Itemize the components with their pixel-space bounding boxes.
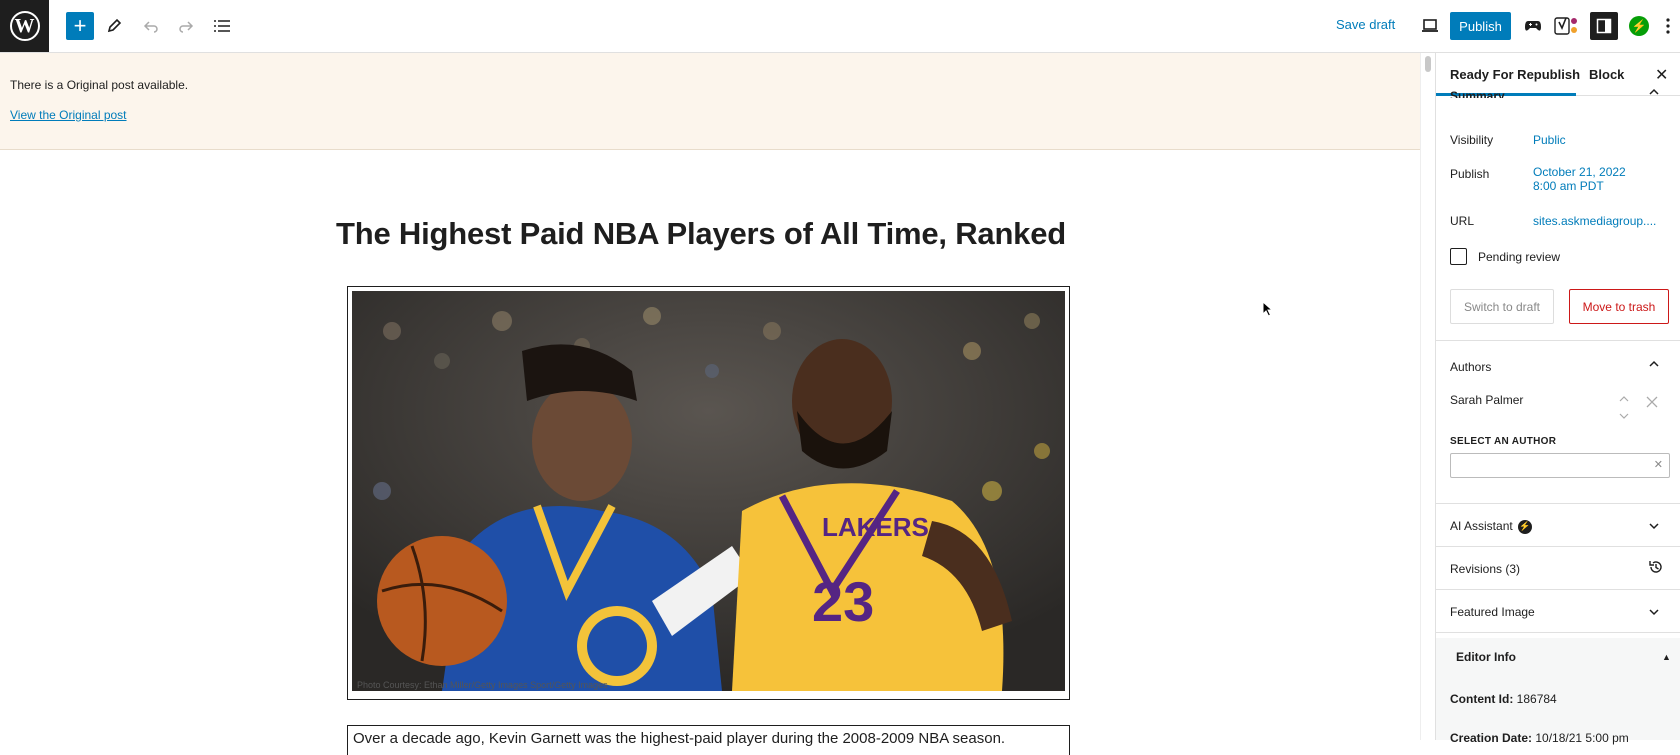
publish-date: October 21, 2022 xyxy=(1533,165,1626,179)
edit-tools-icon xyxy=(107,18,122,33)
url-label: URL xyxy=(1450,214,1475,228)
visibility-toggle[interactable]: Public xyxy=(1533,133,1566,147)
featured-photo: 23 LAKERS Photo Courtesy: Ethan Miller/G… xyxy=(352,291,1065,691)
authors-panel-title[interactable]: Authors xyxy=(1450,360,1491,374)
chevron-up-icon xyxy=(1649,360,1659,367)
creation-date-value: 10/18/21 5:00 pm xyxy=(1535,731,1629,745)
author-move-buttons xyxy=(1618,390,1630,426)
redo-button[interactable] xyxy=(172,12,200,40)
publish-date-toggle[interactable]: October 21, 2022 8:00 am PDT xyxy=(1533,165,1626,193)
post-title[interactable]: The Highest Paid NBA Players of All Time… xyxy=(336,216,1066,252)
panel-divider xyxy=(1436,340,1680,341)
yoast-seo-button[interactable] xyxy=(1553,12,1581,40)
editor-canvas: The Highest Paid NBA Players of All Time… xyxy=(0,150,1420,755)
game-controller-icon xyxy=(1525,21,1541,31)
notice-message: There is a Original post available. xyxy=(10,78,189,92)
more-options-button[interactable] xyxy=(1660,12,1676,40)
visibility-label: Visibility xyxy=(1450,133,1494,147)
url-toggle[interactable]: sites.askmediagroup.... xyxy=(1533,214,1656,228)
publish-label: Publish xyxy=(1450,167,1490,181)
editor-info-panel: Editor Info ▲ Content Id: 186784 Creatio… xyxy=(1436,638,1680,745)
panel-divider xyxy=(1436,503,1680,504)
content-id-value: 186784 xyxy=(1516,692,1557,706)
chevron-up-icon xyxy=(1649,88,1659,95)
featured-image-panel-title[interactable]: Featured Image xyxy=(1450,605,1535,619)
yoast-icon xyxy=(1554,17,1577,35)
ai-assistant-panel-title[interactable]: AI Assistant ⚡ xyxy=(1450,519,1532,534)
panel-divider xyxy=(1436,546,1680,547)
mouse-cursor-icon xyxy=(1262,301,1274,317)
collapse-triangle-icon[interactable]: ▲ xyxy=(1662,652,1671,662)
svg-text:LAKERS: LAKERS xyxy=(822,512,929,542)
image-block[interactable]: 23 LAKERS Photo Courtesy: Ethan Miller/G… xyxy=(347,286,1070,700)
chevron-down-icon xyxy=(1649,523,1659,530)
settings-sidebar: Ready For Republish Block ✕ Summary Visi… xyxy=(1435,53,1680,745)
content-id-label: Content Id: xyxy=(1450,692,1514,706)
ai-assistant-expand-button[interactable] xyxy=(1648,520,1660,535)
original-post-notice: There is a Original post available. View… xyxy=(0,53,1420,150)
wordpress-logo-button[interactable]: W xyxy=(0,0,49,52)
redo-icon xyxy=(179,21,194,33)
view-original-post-link[interactable]: View the Original post xyxy=(10,108,1410,122)
summary-panel-title[interactable]: Summary xyxy=(1450,89,1505,98)
ai-assistant-label: AI Assistant xyxy=(1450,519,1513,533)
tab-ready-for-republish[interactable]: Ready For Republish xyxy=(1450,67,1580,82)
more-options-icon xyxy=(1666,18,1670,34)
preview-icon xyxy=(1422,19,1438,32)
clear-icon[interactable]: ✕ xyxy=(1654,458,1663,471)
jetpack-icon: ⚡ xyxy=(1631,19,1647,33)
revisions-panel-title[interactable]: Revisions (3) xyxy=(1450,562,1520,576)
remove-author-button[interactable] xyxy=(1646,395,1658,413)
scrollbar-thumb[interactable] xyxy=(1425,56,1431,72)
editor-info-title[interactable]: Editor Info xyxy=(1456,650,1516,664)
author-name: Sarah Palmer xyxy=(1450,393,1524,407)
pending-review-label: Pending review xyxy=(1478,250,1561,264)
basketball-players-image: 23 LAKERS xyxy=(352,291,1065,691)
creation-date-label: Creation Date: xyxy=(1450,731,1533,745)
move-up-icon[interactable] xyxy=(1618,394,1630,403)
game-controller-button[interactable] xyxy=(1519,12,1547,40)
pending-review-checkbox[interactable] xyxy=(1450,248,1467,265)
undo-icon xyxy=(143,21,158,33)
image-caption[interactable]: Photo Courtesy: Ethan Miller/Getty Image… xyxy=(357,680,608,690)
close-icon: ✕ xyxy=(1655,67,1669,84)
move-down-icon[interactable] xyxy=(1618,412,1630,421)
tab-block[interactable]: Block xyxy=(1589,67,1624,82)
svg-text:23: 23 xyxy=(812,570,874,633)
revisions-button[interactable] xyxy=(1648,559,1664,578)
paragraph-block[interactable]: Over a decade ago, Kevin Garnett was the… xyxy=(347,725,1070,755)
save-draft-button[interactable]: Save draft xyxy=(1336,17,1395,32)
move-to-trash-button[interactable]: Move to trash xyxy=(1569,289,1669,324)
authors-collapse-button[interactable] xyxy=(1648,358,1660,373)
tools-button[interactable] xyxy=(100,12,128,40)
content-id: Content Id: 186784 xyxy=(1450,692,1557,706)
settings-sidebar-button[interactable] xyxy=(1590,12,1618,40)
select-author-label: SELECT AN AUTHOR xyxy=(1450,436,1557,447)
jetpack-button[interactable]: ⚡ xyxy=(1629,16,1649,36)
wordpress-logo-icon: W xyxy=(9,11,40,41)
document-overview-button[interactable] xyxy=(208,12,236,40)
featured-image-expand-button[interactable] xyxy=(1648,606,1660,621)
select-author-input[interactable]: ✕ xyxy=(1450,453,1670,478)
chevron-down-icon xyxy=(1649,609,1659,616)
add-block-button[interactable]: + xyxy=(66,12,94,40)
document-overview-icon xyxy=(214,20,230,32)
switch-to-draft-button[interactable]: Switch to draft xyxy=(1450,289,1554,324)
publish-time: 8:00 am PDT xyxy=(1533,179,1604,193)
preview-button[interactable] xyxy=(1416,12,1444,40)
editor-toolbar: W + Save draft Publish ⚡ xyxy=(0,0,1680,53)
publish-button[interactable]: Publish xyxy=(1450,12,1511,40)
close-icon xyxy=(1646,396,1658,408)
creation-date: Creation Date: 10/18/21 5:00 pm xyxy=(1450,731,1629,745)
undo-button[interactable] xyxy=(137,12,165,40)
summary-collapse-button[interactable] xyxy=(1648,83,1660,95)
settings-sidebar-icon xyxy=(1596,18,1612,34)
panel-divider xyxy=(1436,632,1680,633)
plus-icon: + xyxy=(73,13,87,38)
editor-scrollbar[interactable] xyxy=(1420,53,1435,740)
history-icon xyxy=(1649,561,1662,573)
close-sidebar-button[interactable]: ✕ xyxy=(1655,65,1668,85)
panel-divider xyxy=(1436,589,1680,590)
jetpack-ai-icon: ⚡ xyxy=(1517,519,1532,534)
